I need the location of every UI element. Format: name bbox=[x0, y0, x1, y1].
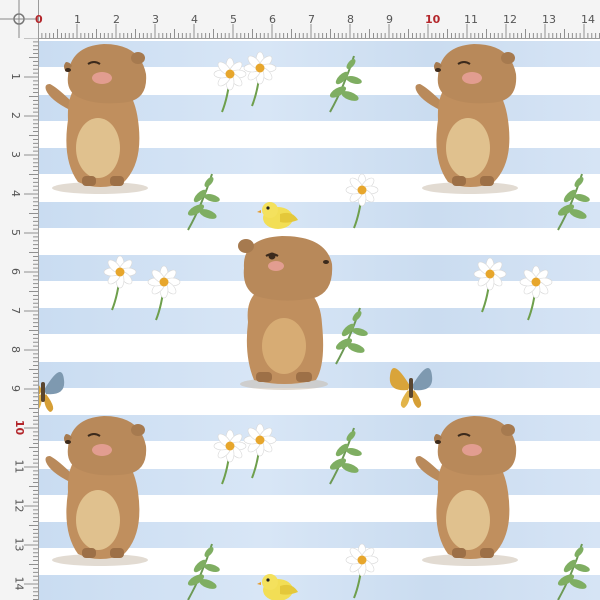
butterfly-icon bbox=[389, 368, 433, 408]
green-leaf-sprig-icon bbox=[327, 427, 364, 485]
green-leaf-sprig-icon bbox=[333, 307, 370, 365]
daisy-flower-icon bbox=[473, 257, 507, 313]
capybara-sitting-icon bbox=[237, 235, 334, 391]
daisy-flower-icon bbox=[519, 265, 553, 321]
ruler-label-left: 12 bbox=[12, 498, 26, 513]
daisy-flower-icon bbox=[243, 51, 277, 107]
green-leaf-sprig-icon bbox=[185, 173, 222, 231]
ruler-label-top: 7 bbox=[308, 13, 315, 26]
daisy-flower-icon bbox=[103, 255, 137, 311]
ruler-label-left: 3 bbox=[9, 151, 22, 158]
green-leaf-sprig-icon bbox=[185, 543, 222, 600]
ruler-label-left: 4 bbox=[9, 190, 22, 197]
ruler-label-top: 1 bbox=[74, 13, 81, 26]
ruler-label-top: 6 bbox=[269, 13, 276, 26]
green-leaf-sprig-icon bbox=[555, 543, 592, 600]
green-leaf-sprig-icon bbox=[555, 173, 592, 231]
ruler-label-top: 14 bbox=[581, 13, 595, 26]
ruler-label-top: 4 bbox=[191, 13, 198, 26]
ruler-origin-icon bbox=[0, 0, 38, 38]
ruler-label-top: 8 bbox=[347, 13, 354, 26]
ruler-label-left: 10 bbox=[13, 419, 27, 436]
daisy-flower-icon bbox=[345, 543, 379, 599]
daisy-flower-icon bbox=[147, 265, 181, 321]
fabric-pattern bbox=[38, 38, 600, 600]
ruler-label-top: 13 bbox=[542, 13, 556, 26]
ruler-label-left: 5 bbox=[9, 229, 22, 236]
butterfly-icon bbox=[38, 372, 65, 412]
ruler-label-left: 8 bbox=[9, 346, 22, 353]
daisy-flower-icon bbox=[345, 173, 379, 229]
ruler-label-top: 12 bbox=[503, 13, 517, 26]
ruler-label-left: 1 bbox=[9, 73, 22, 80]
capybara-waving-icon bbox=[414, 415, 519, 567]
green-leaf-sprig-icon bbox=[327, 55, 364, 113]
daisy-flower-icon bbox=[243, 423, 277, 479]
ruler-label-left: 13 bbox=[12, 537, 26, 552]
capybara-waving-icon bbox=[44, 43, 149, 195]
ruler-label-left: 14 bbox=[12, 576, 26, 591]
ruler-label-top: 10 bbox=[425, 13, 441, 26]
ruler-label-left: 7 bbox=[9, 307, 22, 314]
yellow-bird-icon bbox=[257, 202, 298, 229]
ruler-label-left: 11 bbox=[12, 459, 26, 474]
ruler-label-top: 3 bbox=[152, 13, 159, 26]
ruler-label-top: 9 bbox=[386, 13, 393, 26]
ruler-label-top: 2 bbox=[113, 13, 120, 26]
ruler-label-left: 9 bbox=[9, 385, 22, 392]
capybara-waving-icon bbox=[44, 415, 149, 567]
ruler-corner bbox=[0, 0, 38, 38]
fabric-preview: 0 1 1 2 2 3 3 4 4 5 5 6 6 7 7 8 8 9 9 10 10 11 11 12 12 13 13 14 14 bbox=[0, 0, 600, 600]
ruler-label-top: 5 bbox=[230, 13, 237, 26]
ruler-label-top: 0 bbox=[35, 13, 43, 26]
capybara-waving-icon bbox=[414, 43, 519, 195]
ruler-label-top: 11 bbox=[464, 13, 478, 26]
ruler-label-left: 2 bbox=[9, 112, 22, 119]
ruler-label-left: 6 bbox=[9, 268, 22, 275]
yellow-bird-icon bbox=[257, 574, 298, 600]
